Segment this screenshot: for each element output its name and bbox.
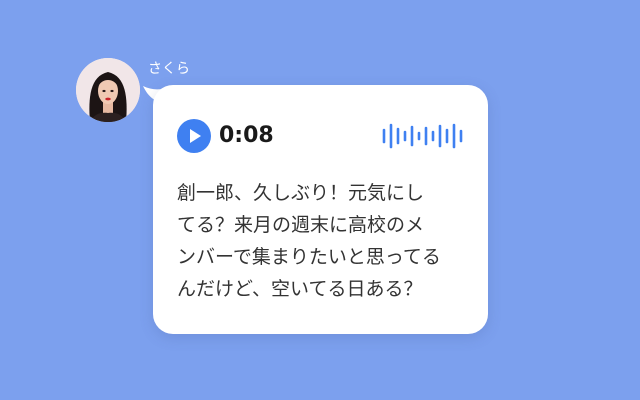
play-button[interactable] bbox=[177, 119, 211, 153]
waveform-icon bbox=[381, 122, 469, 150]
play-icon bbox=[190, 129, 201, 143]
message-text: 創一郎、久しぶり！元気にし てる？来月の週末に高校のメ ンバーで集まりたいと思っ… bbox=[177, 182, 441, 300]
avatar bbox=[76, 58, 140, 122]
message-bubble: 0:08 創一郎、久しぶり！元気にし てる？来月の週末に高校のメ ンバーで集まり… bbox=[153, 85, 488, 334]
voice-duration: 0:08 bbox=[219, 123, 274, 148]
sender-name: さくら bbox=[148, 61, 190, 77]
avatar-image bbox=[76, 58, 140, 122]
